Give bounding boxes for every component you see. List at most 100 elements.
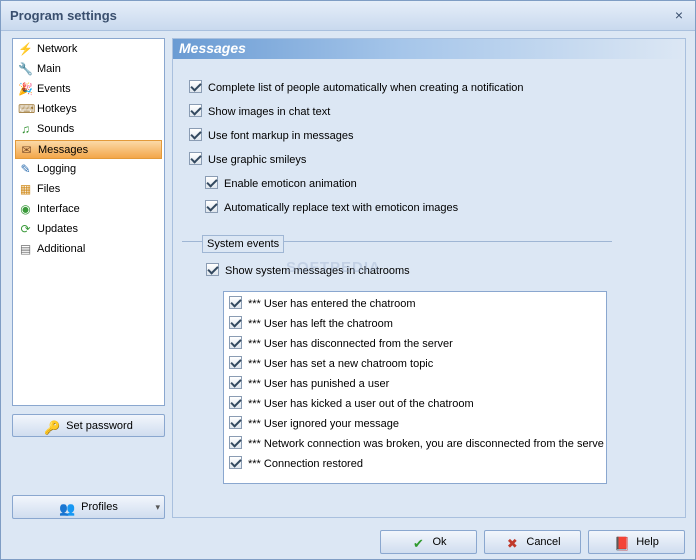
- event-label: *** Connection restored: [248, 458, 363, 470]
- sidebar-item-label: Main: [37, 63, 61, 75]
- list-item[interactable]: *** User ignored your message: [229, 416, 399, 432]
- title-bar: Program settings ×: [1, 1, 695, 31]
- cancel-button[interactable]: ✖ Cancel: [484, 530, 581, 554]
- settings-window: Program settings × ⚡ Network 🔧 Main 🎉 Events ⌨…: [0, 0, 696, 560]
- sidebar-item-label: Events: [37, 83, 71, 95]
- set-password-label: Set password: [66, 420, 133, 432]
- option-label: Show images in chat text: [208, 106, 331, 118]
- sidebar-item-interface[interactable]: ◉ Interface: [15, 200, 162, 219]
- profiles-button[interactable]: 👥 Profiles ▾: [12, 495, 165, 519]
- sidebar-item-label: Network: [37, 43, 78, 55]
- network-icon: ⚡: [18, 42, 33, 56]
- checkbox-box[interactable]: [189, 128, 202, 141]
- sidebar-item-label: Additional: [37, 243, 86, 255]
- check-icon: ✔: [413, 536, 424, 551]
- event-label: *** Network connection was broken, you a…: [248, 438, 604, 450]
- event-label: *** User has left the chatroom: [248, 318, 393, 330]
- ok-button[interactable]: ✔ Ok: [380, 530, 477, 554]
- option-checkbox-row[interactable]: Automatically replace text with emoticon…: [205, 200, 458, 216]
- files-icon: ▦: [19, 182, 32, 196]
- sidebar-item-label: Logging: [37, 163, 77, 175]
- checkbox-box[interactable]: [229, 336, 242, 349]
- interface-icon: ◉: [20, 202, 31, 216]
- logging-icon: ✎: [20, 162, 31, 176]
- help-button[interactable]: 📕 Help: [588, 530, 685, 554]
- option-checkbox-row[interactable]: Enable emoticon animation: [205, 176, 357, 192]
- checkbox-box[interactable]: [189, 104, 202, 117]
- list-item[interactable]: *** User has kicked a user out of the ch…: [229, 396, 474, 412]
- event-label: *** User has set a new chatroom topic: [248, 358, 434, 370]
- event-label: *** User ignored your message: [248, 418, 400, 430]
- cancel-icon: ✖: [506, 536, 518, 551]
- checkbox-box[interactable]: [206, 263, 219, 276]
- sidebar-item-hotkeys[interactable]: ⌨ Hotkeys: [15, 100, 162, 119]
- events-icon: 🎉: [18, 82, 33, 96]
- list-item[interactable]: *** User has left the chatroom: [229, 316, 393, 332]
- window-title: Program settings: [10, 8, 117, 23]
- option-label: Use font markup in messages: [208, 130, 354, 142]
- option-label: Automatically replace text with emoticon…: [224, 202, 459, 214]
- help-book-icon: 📕: [614, 536, 631, 551]
- sidebar-item-additional[interactable]: ▤ Additional: [15, 240, 162, 259]
- updates-icon: ⟳: [20, 222, 31, 236]
- sidebar-item-label: Updates: [37, 223, 78, 235]
- profiles-label: Profiles: [81, 501, 118, 513]
- checkbox-box[interactable]: [229, 456, 242, 469]
- show-system-messages-checkbox[interactable]: Show system messages in chatrooms: [206, 263, 410, 279]
- document-icon: ▤: [19, 242, 32, 256]
- profiles-icon: 👥: [59, 501, 76, 516]
- help-label: Help: [636, 536, 659, 548]
- event-label: *** User has kicked a user out of the ch…: [248, 398, 474, 410]
- wrench-icon: 🔧: [18, 62, 33, 76]
- checkbox-box[interactable]: [229, 316, 242, 329]
- option-checkbox-row[interactable]: Use graphic smileys: [189, 152, 306, 168]
- list-item[interactable]: *** User has entered the chatroom: [229, 296, 416, 312]
- sidebar-item-label: Messages: [38, 144, 89, 156]
- show-system-messages-label: Show system messages in chatrooms: [225, 265, 410, 277]
- event-label: *** User has entered the chatroom: [248, 298, 416, 310]
- panel-header: Messages: [173, 39, 685, 59]
- messages-icon: ✉: [21, 143, 32, 157]
- sidebar-item-label: Files: [37, 183, 61, 195]
- option-checkbox-row[interactable]: Show images in chat text: [189, 104, 330, 120]
- list-item[interactable]: *** Connection restored: [229, 456, 363, 472]
- sidebar-item-files[interactable]: ▦ Files: [15, 180, 162, 199]
- list-item[interactable]: *** User has set a new chatroom topic: [229, 356, 433, 372]
- checkbox-box[interactable]: [205, 176, 218, 189]
- list-item[interactable]: *** User has punished a user: [229, 376, 389, 392]
- system-events-list[interactable]: *** User has entered the chatroom *** Use…: [223, 291, 607, 484]
- checkbox-box[interactable]: [229, 436, 242, 449]
- checkbox-box[interactable]: [229, 416, 242, 429]
- option-checkbox-row[interactable]: Use font markup in messages: [189, 128, 354, 144]
- sidebar-item-updates[interactable]: ⟳ Updates: [15, 220, 162, 239]
- sidebar-item-logging[interactable]: ✎ Logging: [15, 160, 162, 179]
- sidebar-item-sounds[interactable]: ♫ Sounds: [15, 120, 162, 139]
- checkbox-box[interactable]: [229, 396, 242, 409]
- sidebar-item-label: Hotkeys: [37, 103, 77, 115]
- checkbox-box[interactable]: [189, 80, 202, 93]
- checkbox-box[interactable]: [229, 296, 242, 309]
- close-icon[interactable]: ×: [671, 7, 687, 23]
- sidebar-item-events[interactable]: 🎉 Events: [15, 80, 162, 99]
- set-password-button[interactable]: 🔑 Set password: [12, 414, 165, 437]
- list-item[interactable]: *** User has disconnected from the serve…: [229, 336, 453, 352]
- option-checkbox-row[interactable]: Complete list of people automatically wh…: [189, 80, 524, 96]
- checkbox-box[interactable]: [205, 200, 218, 213]
- sidebar-item-network[interactable]: ⚡ Network: [15, 40, 162, 59]
- system-events-group-label: System events: [202, 235, 285, 253]
- panel-title: Messages: [179, 40, 246, 56]
- sidebar-item-messages[interactable]: ✉ Messages: [15, 140, 162, 159]
- sidebar-item-label: Interface: [37, 203, 80, 215]
- event-label: *** User has disconnected from the serve…: [248, 338, 453, 350]
- music-note-icon: ♫: [21, 122, 30, 136]
- checkbox-box[interactable]: [229, 356, 242, 369]
- key-icon: 🔑: [44, 420, 61, 435]
- chevron-down-icon: ▾: [155, 502, 160, 512]
- event-label: *** User has punished a user: [248, 378, 390, 390]
- sidebar-item-main[interactable]: 🔧 Main: [15, 60, 162, 79]
- option-label: Use graphic smileys: [208, 154, 307, 166]
- checkbox-box[interactable]: [229, 376, 242, 389]
- settings-nav: ⚡ Network 🔧 Main 🎉 Events ⌨ Hotkeys ♫ Sounds ✉ Mess…: [12, 38, 165, 406]
- checkbox-box[interactable]: [189, 152, 202, 165]
- list-item[interactable]: *** Network connection was broken, you a…: [229, 436, 604, 452]
